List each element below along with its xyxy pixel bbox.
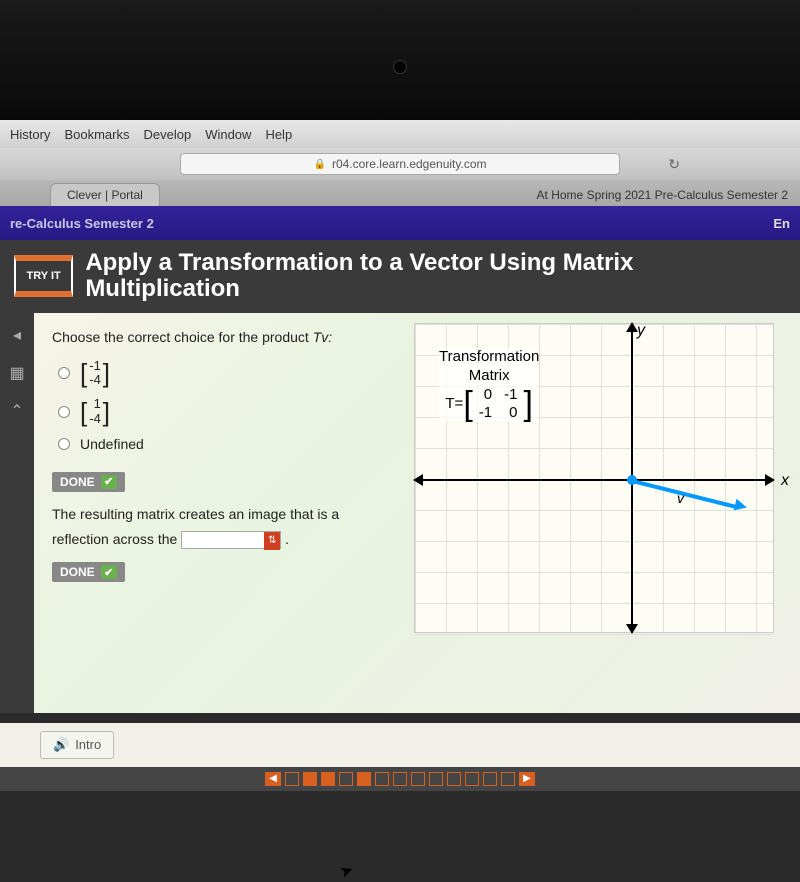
- option-a[interactable]: [ -1 -4 ]: [58, 359, 396, 388]
- tab-course[interactable]: At Home Spring 2021 Pre-Calculus Semeste…: [525, 184, 800, 206]
- radio-b[interactable]: [58, 406, 70, 418]
- menu-develop[interactable]: Develop: [143, 127, 191, 142]
- course-name: re-Calculus Semester 2: [10, 216, 154, 231]
- arrow-right-icon: [765, 474, 775, 486]
- vector-arrowhead-icon: [734, 499, 749, 514]
- try-it-badge: TRY IT: [14, 255, 73, 297]
- lesson-title: Apply a Transformation to a Vector Using…: [85, 250, 786, 303]
- progress-seg[interactable]: [375, 772, 389, 786]
- transformation-matrix-box: Transformation Matrix T= [ 0 -1 -1 0 ]: [439, 348, 539, 422]
- progress-seg[interactable]: [285, 772, 299, 786]
- option-c-label: Undefined: [80, 436, 144, 452]
- camera-dot: [393, 60, 407, 74]
- reflection-dropdown[interactable]: ⇅: [181, 531, 281, 549]
- tab-clever[interactable]: Clever | Portal: [50, 183, 160, 206]
- radio-a[interactable]: [58, 367, 70, 379]
- content-area: ◂ ▦ ⌃ Choose the correct choice for the …: [0, 313, 800, 713]
- graph-panel: /*grid drawn via loop below*/ Transforma…: [414, 313, 800, 713]
- progress-seg[interactable]: [447, 772, 461, 786]
- check-icon: ✔: [101, 475, 117, 489]
- browser-toolbar: 🔒 r04.core.learn.edgenuity.com ↻: [0, 148, 800, 180]
- followup-text: The resulting matrix creates an image th…: [52, 502, 396, 552]
- intro-button[interactable]: 🔊 Intro: [40, 731, 114, 759]
- x-axis-label: x: [781, 472, 789, 490]
- back-icon[interactable]: ◂: [7, 325, 27, 345]
- menu-window[interactable]: Window: [205, 127, 251, 142]
- next-page-button[interactable]: ▶: [519, 772, 535, 786]
- question-prompt: Choose the correct choice for the produc…: [52, 329, 396, 345]
- arrow-left-icon: [413, 474, 423, 486]
- done-button-1[interactable]: DONE ✔: [52, 472, 125, 492]
- radio-c[interactable]: [58, 438, 70, 450]
- y-axis-label: y: [637, 322, 645, 340]
- menu-help[interactable]: Help: [265, 127, 292, 142]
- up-icon[interactable]: ⌃: [7, 401, 27, 421]
- progress-seg[interactable]: [429, 772, 443, 786]
- check-icon: ✔: [101, 565, 117, 579]
- progress-seg[interactable]: [411, 772, 425, 786]
- arrow-down-icon: [626, 624, 638, 634]
- browser-tabbar: Clever | Portal At Home Spring 2021 Pre-…: [0, 180, 800, 206]
- url-text: r04.core.learn.edgenuity.com: [332, 157, 487, 171]
- reload-icon[interactable]: ↻: [668, 156, 680, 173]
- course-header: re-Calculus Semester 2 En: [0, 206, 800, 240]
- progress-bar: ◀ ▶: [0, 767, 800, 791]
- vector-label: v: [677, 490, 684, 506]
- menu-bookmarks[interactable]: Bookmarks: [64, 127, 129, 142]
- mac-menubar: History Bookmarks Develop Window Help: [0, 120, 800, 148]
- progress-seg[interactable]: [357, 772, 371, 786]
- sound-icon: 🔊: [53, 737, 69, 753]
- tool-sidebar: ◂ ▦ ⌃: [0, 313, 34, 713]
- progress-seg[interactable]: [501, 772, 515, 786]
- lesson-footer: 🔊 Intro: [0, 723, 800, 767]
- coordinate-graph: /*grid drawn via loop below*/ Transforma…: [414, 323, 774, 633]
- menu-history[interactable]: History: [10, 127, 50, 142]
- option-c[interactable]: Undefined: [58, 436, 396, 452]
- dropdown-handle-icon[interactable]: ⇅: [264, 532, 280, 550]
- option-b[interactable]: [ 1 -4 ]: [58, 397, 396, 426]
- vector-v: [632, 479, 740, 509]
- cursor-icon: ➤: [337, 859, 356, 882]
- lesson-header: TRY IT Apply a Transformation to a Vecto…: [0, 240, 800, 313]
- x-axis: [415, 479, 773, 481]
- language-toggle[interactable]: En: [773, 216, 790, 231]
- progress-seg[interactable]: [465, 772, 479, 786]
- progress-seg-current[interactable]: [321, 772, 335, 786]
- progress-seg[interactable]: [393, 772, 407, 786]
- prev-page-button[interactable]: ◀: [265, 772, 281, 786]
- done-button-2[interactable]: DONE ✔: [52, 562, 125, 582]
- lock-icon: 🔒: [314, 159, 326, 170]
- question-panel: Choose the correct choice for the produc…: [34, 313, 414, 713]
- progress-seg[interactable]: [339, 772, 353, 786]
- address-bar[interactable]: 🔒 r04.core.learn.edgenuity.com: [180, 153, 620, 175]
- progress-seg[interactable]: [483, 772, 497, 786]
- calculator-icon[interactable]: ▦: [7, 363, 27, 383]
- progress-seg[interactable]: [303, 772, 317, 786]
